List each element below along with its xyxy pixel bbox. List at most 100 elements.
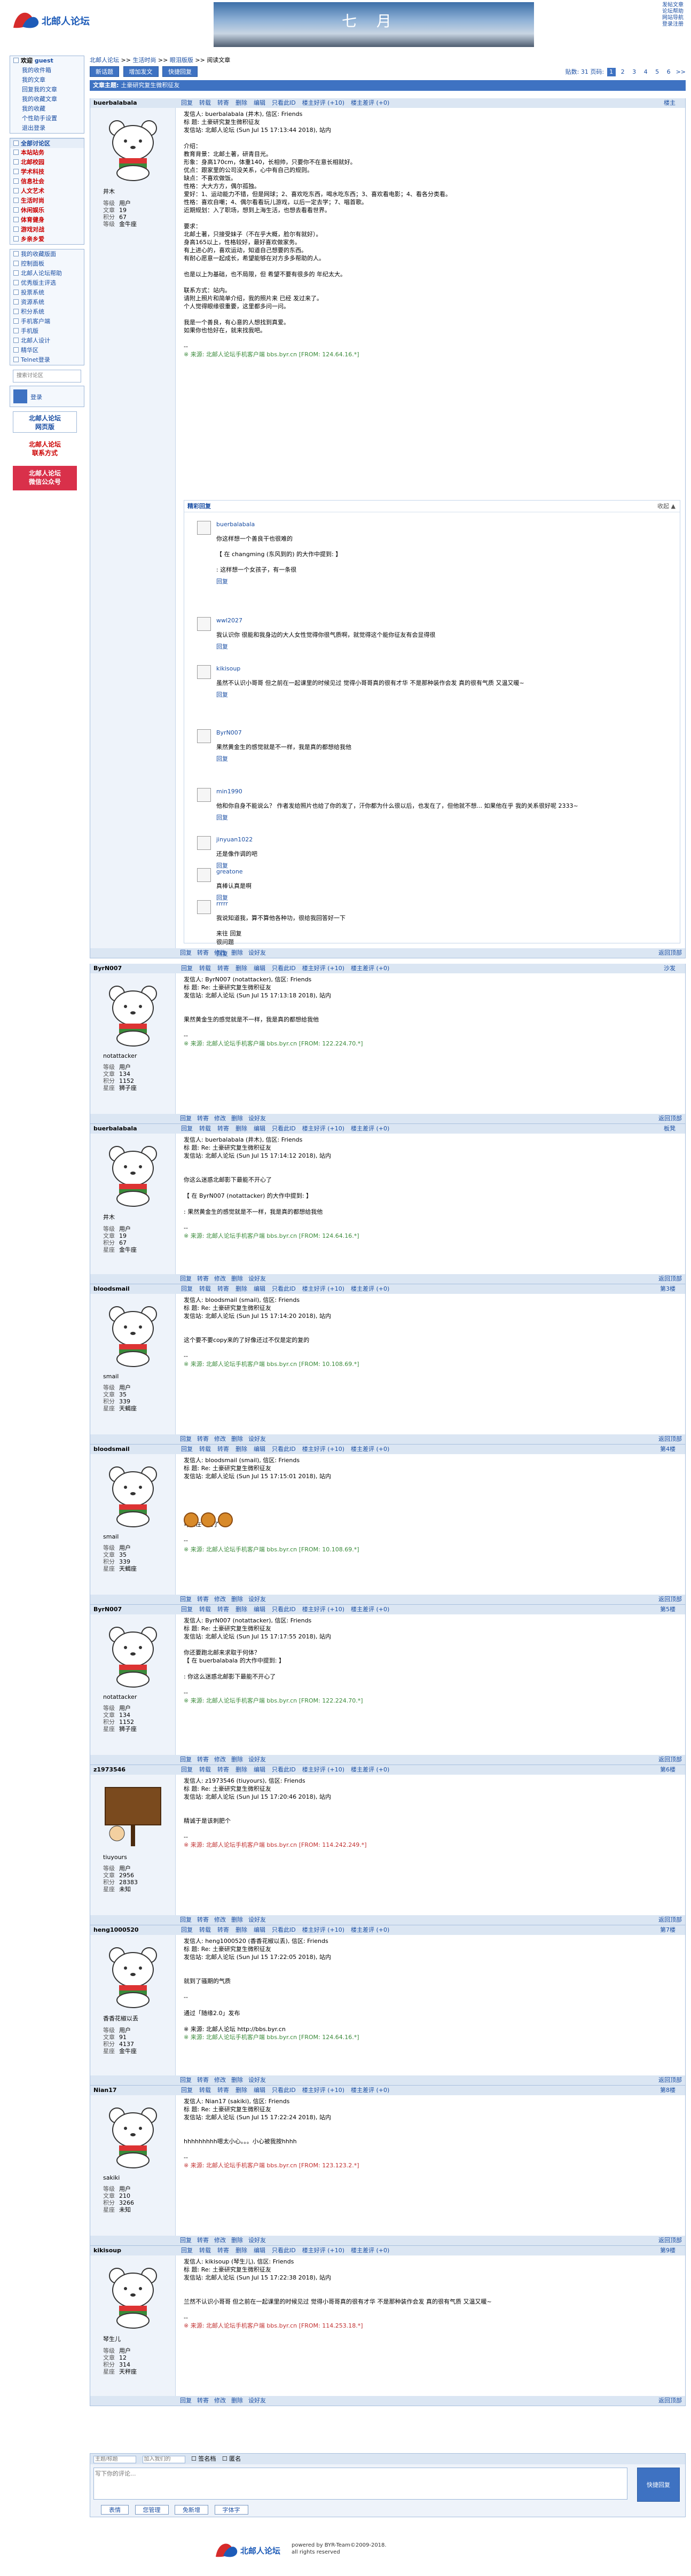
footer-action-3[interactable]: 删除 <box>231 1756 243 1763</box>
footer-action-4[interactable]: 设好友 <box>248 1756 266 1763</box>
page-5[interactable]: 5 <box>653 68 662 76</box>
sidebar-link-item[interactable]: 控制面板 <box>10 259 84 269</box>
footer-action-2[interactable]: 修改 <box>214 1596 226 1603</box>
footer-action-2[interactable]: 修改 <box>214 1756 226 1763</box>
footer-action-1[interactable]: 转寄 <box>197 2397 209 2404</box>
author-avatar[interactable] <box>101 979 165 1048</box>
post-action-0[interactable]: 回复 <box>181 2087 193 2094</box>
reply-avatar[interactable] <box>197 665 211 679</box>
footer-action-4[interactable]: 设好友 <box>248 2077 266 2083</box>
post-action-6[interactable]: 楼主好评 (+10) <box>302 1926 344 1933</box>
post-action-6[interactable]: 楼主好评 (+10) <box>302 965 344 972</box>
post-action-4[interactable]: 编辑 <box>254 965 265 972</box>
post-author[interactable]: Nian17 <box>90 2086 176 2095</box>
sidebar-board-item[interactable]: 学术科技 <box>10 167 84 177</box>
promo-contact[interactable]: 北邮人论坛 联系方式 <box>13 436 77 463</box>
footer-action-3[interactable]: 删除 <box>231 1275 243 1282</box>
post-action-2[interactable]: 转寄 <box>217 1766 229 1773</box>
post-action-0[interactable]: 回复 <box>181 965 193 972</box>
page-4[interactable]: 4 <box>641 68 650 76</box>
post-action-4[interactable]: 编辑 <box>254 2087 265 2094</box>
reply-avatar[interactable] <box>197 521 211 535</box>
reply-subject-input[interactable] <box>93 2455 136 2463</box>
footer-action-3[interactable]: 删除 <box>231 2397 243 2404</box>
post-action-5[interactable]: 只看此ID <box>272 1766 296 1773</box>
post-floor[interactable]: 第6楼 <box>660 1765 676 1775</box>
footer-action-4[interactable]: 设好友 <box>248 1916 266 1923</box>
back-to-top-link[interactable]: 返回顶部 <box>658 2075 682 2085</box>
sidebar-user-item[interactable]: 我的文章 <box>10 75 84 85</box>
sidebar-board-item[interactable]: 信息社会 <box>10 177 84 186</box>
sidebar-user-item[interactable]: 个性助手设置 <box>10 114 84 123</box>
board-menu-header[interactable]: 全部讨论区 <box>10 138 84 148</box>
footer-action-0[interactable]: 回复 <box>180 1596 192 1603</box>
post-action-4[interactable]: 编辑 <box>254 1125 265 1132</box>
board-plus-icon[interactable] <box>13 217 19 222</box>
sidebar-user-item[interactable]: 我的收藏文章 <box>10 95 84 104</box>
page-2[interactable]: 2 <box>618 68 627 76</box>
post-action-0[interactable]: 回复 <box>181 99 193 106</box>
footer-action-0[interactable]: 回复 <box>180 1916 192 1923</box>
post-action-6[interactable]: 楼主好评 (+10) <box>302 2087 344 2094</box>
sidebar-user-item[interactable]: 我的收藏 <box>10 104 84 114</box>
post-floor[interactable]: 第7楼 <box>660 1925 676 1935</box>
font-button[interactable]: 字体字 <box>214 2505 248 2515</box>
back-to-top-link[interactable]: 返回顶部 <box>658 2236 682 2245</box>
sidebar-board-item[interactable]: 体育健身 <box>10 215 84 225</box>
sidebar-board-item[interactable]: 游戏对战 <box>10 225 84 235</box>
breadcrumb-home[interactable]: 北邮人论坛 <box>90 57 119 64</box>
send-reply-button[interactable]: 快捷回复 <box>637 2468 680 2502</box>
post-action-3[interactable]: 删除 <box>235 965 247 972</box>
post-action-7[interactable]: 楼主差评 (+0) <box>351 965 389 972</box>
footer-action-0[interactable]: 回复 <box>180 1756 192 1763</box>
author-avatar[interactable] <box>101 1139 165 1208</box>
post-action-6[interactable]: 楼主好评 (+10) <box>302 1125 344 1132</box>
add-post-button[interactable]: 增加发文 <box>123 66 159 77</box>
footer-action-1[interactable]: 转寄 <box>197 1756 209 1763</box>
sidebar-link-item[interactable]: 优秀版主评选 <box>10 278 84 288</box>
footer-action-1[interactable]: 转寄 <box>197 1916 209 1923</box>
post-action-1[interactable]: 转载 <box>199 1606 211 1613</box>
reply-action[interactable]: 回复 <box>216 755 228 762</box>
post-action-3[interactable]: 删除 <box>235 1926 247 1933</box>
quick-reply-button[interactable]: 快捷回复 <box>162 66 198 77</box>
promo-wechat[interactable]: 北邮人论坛 微信公众号 <box>13 466 77 490</box>
top-link-login[interactable]: 登录注册 <box>662 21 689 28</box>
breadcrumb-board[interactable]: 眼泪版版 <box>170 57 193 64</box>
page-3[interactable]: 3 <box>630 68 639 76</box>
post-action-7[interactable]: 楼主差评 (+0) <box>351 2247 389 2254</box>
reply-action[interactable]: 回复 <box>216 578 228 585</box>
author-avatar[interactable] <box>101 1620 165 1689</box>
board-plus-icon[interactable] <box>13 236 19 241</box>
sidebar-board-item[interactable]: 本站站务 <box>10 148 84 158</box>
post-action-0[interactable]: 回复 <box>181 1606 193 1613</box>
author-avatar[interactable] <box>101 1940 165 2010</box>
footer-action-2[interactable]: 修改 <box>214 1275 226 1282</box>
footer-action-1[interactable]: 转寄 <box>197 2237 209 2244</box>
post-action-7[interactable]: 楼主差评 (+0) <box>351 1125 389 1132</box>
back-to-top-link[interactable]: 返回顶部 <box>658 1274 682 1284</box>
post-action-1[interactable]: 转载 <box>199 99 211 106</box>
post-action-0[interactable]: 回复 <box>181 1766 193 1773</box>
promo-web[interactable]: 北邮人论坛 网页版 <box>13 411 77 433</box>
footer-action-4[interactable]: 设好友 <box>248 2237 266 2244</box>
footer-action-0[interactable]: 回复 <box>180 2397 192 2404</box>
reply-avatar[interactable] <box>197 868 211 882</box>
post-action-1[interactable]: 转载 <box>199 1446 211 1453</box>
reply-author[interactable]: ByrN007 <box>216 729 590 736</box>
board-plus-icon[interactable] <box>13 188 19 193</box>
reply-textarea[interactable] <box>93 2468 627 2500</box>
post-author[interactable]: bloodsmail <box>90 1445 176 1454</box>
top-link-post[interactable]: 发帖文章 <box>662 2 689 9</box>
user-menu-header[interactable]: 欢迎 guest <box>10 56 84 66</box>
page-1[interactable]: 1 <box>607 68 616 76</box>
post-action-2[interactable]: 转寄 <box>217 2247 229 2254</box>
footer-action-0[interactable]: 回复 <box>180 1115 192 1122</box>
new-topic-button[interactable]: 新话题 <box>90 66 119 77</box>
manage-button[interactable]: 您管理 <box>135 2505 169 2515</box>
footer-action-4[interactable]: 设好友 <box>248 2397 266 2404</box>
post-action-0[interactable]: 回复 <box>181 1285 193 1292</box>
top-link-nav[interactable]: 网站导航 <box>662 15 689 21</box>
sidebar-link-item[interactable]: 北邮人论坛帮助 <box>10 269 84 278</box>
post-action-1[interactable]: 转载 <box>199 1125 211 1132</box>
